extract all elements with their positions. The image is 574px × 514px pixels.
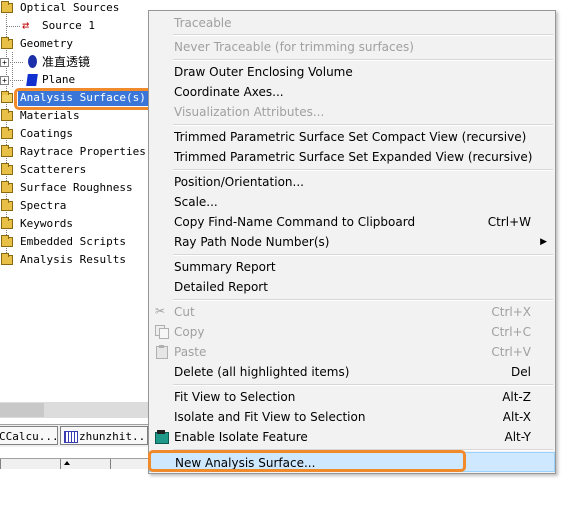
- source-arrow-icon: ⇄: [22, 18, 30, 32]
- submenu-arrow-icon: ▶: [540, 237, 547, 247]
- menu-item-isolate-fit[interactable]: Isolate and Fit View to Selection Alt-X: [149, 407, 555, 427]
- folder-icon: [1, 37, 13, 49]
- folder-icon: [1, 217, 13, 229]
- folder-icon: [1, 109, 13, 121]
- menu-item-copy-find-name[interactable]: Copy Find-Name Command to Clipboard Ctrl+…: [149, 212, 555, 232]
- expand-icon[interactable]: +: [0, 76, 9, 85]
- menu-item-delete[interactable]: Delete (all highlighted items) Del: [149, 362, 555, 382]
- isolate-icon: [155, 430, 169, 444]
- menu-item-ray-path-node[interactable]: Ray Path Node Number(s) ▶: [149, 232, 555, 252]
- menu-item-enable-isolate[interactable]: Enable Isolate Feature Alt-Y: [149, 427, 555, 447]
- annotation-highlight-menu: [148, 450, 466, 472]
- menu-item-draw-outer[interactable]: Draw Outer Enclosing Volume: [149, 62, 555, 82]
- annotation-highlight-tree: [14, 88, 154, 110]
- analysis-folder-icon: [1, 91, 13, 103]
- folder-icon: [1, 253, 13, 265]
- folder-icon: [1, 235, 13, 247]
- menu-item-compact-view[interactable]: Trimmed Parametric Surface Set Compact V…: [149, 127, 555, 147]
- menu-item-position-orientation[interactable]: Position/Orientation...: [149, 172, 555, 192]
- file-icon: [64, 431, 78, 443]
- tab-zhunzhit[interactable]: zhunzhit...: [60, 426, 148, 445]
- menu-item-visualization-attributes[interactable]: Visualization Attributes...: [149, 102, 555, 122]
- menu-item-scale[interactable]: Scale...: [149, 192, 555, 212]
- horizontal-scrollbar[interactable]: [0, 402, 148, 418]
- menu-item-paste[interactable]: Paste Ctrl+V: [149, 342, 555, 362]
- menu-item-traceable[interactable]: Traceable: [149, 13, 555, 33]
- folder-icon: [1, 1, 13, 13]
- folder-icon: [1, 145, 13, 157]
- document-tabs: CCalcu... zhunzhit...: [0, 424, 148, 447]
- folder-icon: [1, 199, 13, 211]
- object-tree: Optical Sources ⇄ Source 1 Geometry + 准直…: [0, 0, 160, 420]
- menu-item-copy[interactable]: Copy Ctrl+C: [149, 322, 555, 342]
- copy-icon: [155, 325, 169, 339]
- menu-item-cut[interactable]: ✂ Cut Ctrl+X: [149, 302, 555, 322]
- sort-arrow-icon: [64, 461, 70, 465]
- context-menu: Traceable Never Traceable (for trimming …: [148, 10, 556, 474]
- menu-item-coordinate-axes[interactable]: Coordinate Axes...: [149, 82, 555, 102]
- tab-ccalc[interactable]: CCalcu...: [0, 426, 58, 445]
- lens-icon: [28, 55, 37, 68]
- expand-icon[interactable]: +: [0, 58, 9, 67]
- menu-item-never-traceable[interactable]: Never Traceable (for trimming surfaces): [149, 37, 555, 57]
- menu-item-summary-report[interactable]: Summary Report: [149, 257, 555, 277]
- folder-icon: [1, 163, 13, 175]
- scrollbar-thumb[interactable]: [0, 403, 44, 417]
- clipboard-icon: [155, 345, 168, 359]
- folder-icon: [1, 127, 13, 139]
- menu-item-expanded-view[interactable]: Trimmed Parametric Surface Set Expanded …: [149, 147, 555, 167]
- menu-item-fit-view[interactable]: Fit View to Selection Alt-Z: [149, 387, 555, 407]
- scissors-icon: ✂: [155, 304, 166, 318]
- folder-icon: [1, 181, 13, 193]
- plane-icon: [26, 74, 38, 86]
- bottom-strip: [0, 458, 148, 469]
- menu-item-detailed-report[interactable]: Detailed Report: [149, 277, 555, 297]
